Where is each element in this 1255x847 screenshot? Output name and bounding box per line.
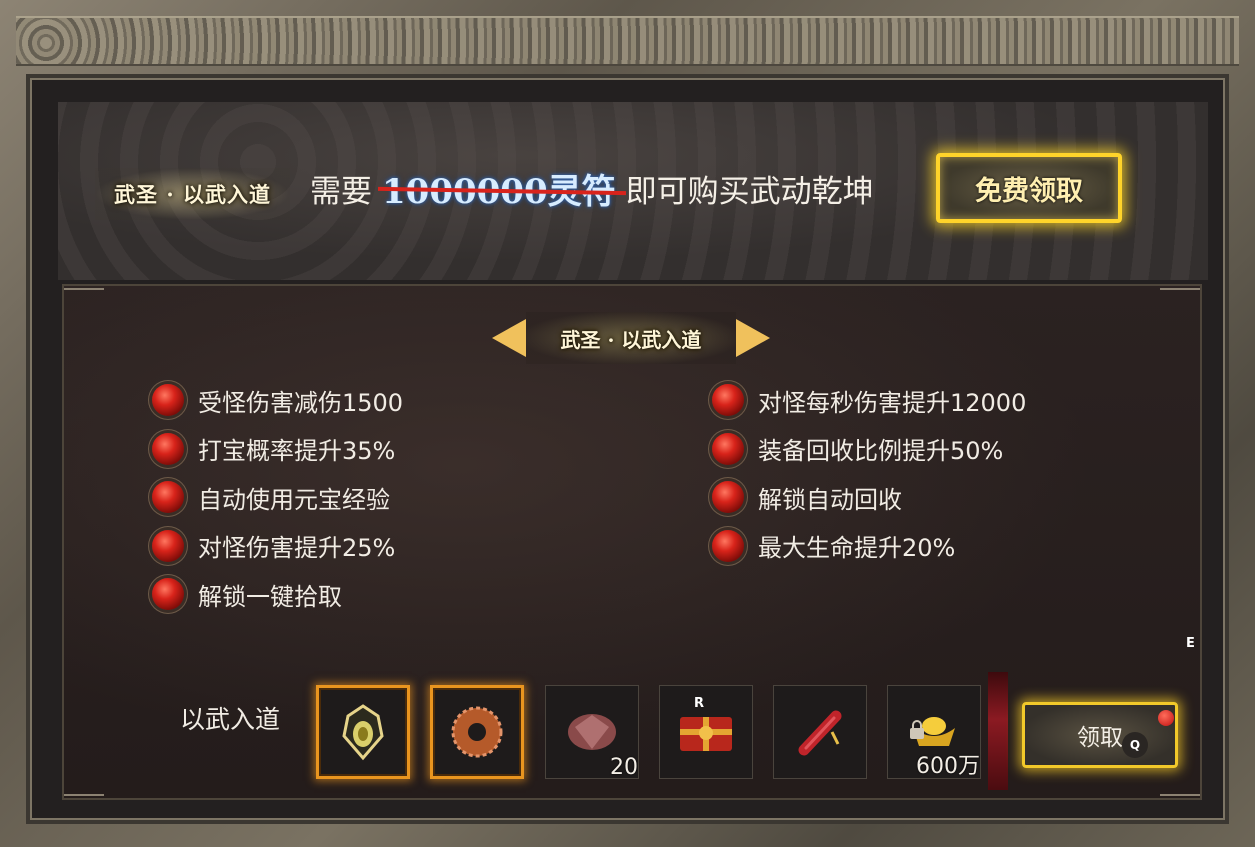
reward-slot[interactable]: 600万 (887, 685, 981, 779)
red-orb-icon (152, 384, 184, 417)
red-orb-icon (712, 384, 744, 417)
attribute-item: 解锁自动回收 (712, 473, 1026, 522)
price-row: 需要 1000000灵符 即可购买武动乾坤 (310, 162, 874, 214)
claim-hotkey: Q (1122, 732, 1148, 758)
attribute-list-left: 受怪伤害减伤1500 打宝概率提升35% 自动使用元宝经验 对怪伤害提升25% … (152, 376, 403, 619)
red-orb-icon (152, 481, 184, 514)
need-text: 需要 (310, 173, 372, 210)
red-orb-icon (152, 529, 184, 562)
scroll-icon (798, 710, 842, 756)
corner-ornament (1160, 288, 1200, 302)
attribute-item: 装备回收比例提升50% (712, 425, 1026, 474)
slot-count: 600万 (916, 754, 980, 779)
red-orb-icon (152, 578, 184, 611)
attribute-text: 解锁自动回收 (758, 485, 902, 514)
prev-arrow-icon[interactable] (492, 319, 526, 357)
attribute-item: 解锁一键拾取 (152, 570, 403, 619)
slot-count: 20 (610, 755, 638, 780)
gift-box-icon (680, 717, 732, 751)
notification-dot-icon (1158, 710, 1174, 726)
claim-button[interactable]: 领取 (1022, 702, 1178, 768)
attribute-text: 装备回收比例提升50% (758, 437, 1004, 466)
attribute-list-right: 对怪每秒伤害提升12000 装备回收比例提升50% 解锁自动回收 最大生命提升2… (712, 376, 1026, 570)
next-arrow-icon[interactable] (736, 319, 770, 357)
attribute-item: 自动使用元宝经验 (152, 473, 403, 522)
frame-ornament-top (16, 16, 1239, 66)
reward-slot[interactable]: 20 (545, 685, 639, 780)
lock-icon (910, 720, 924, 739)
attribute-text: 最大生命提升20% (758, 534, 956, 563)
side-decoration (988, 672, 1008, 790)
attribute-text: 打宝概率提升35% (198, 437, 396, 466)
corner-ornament (1160, 794, 1200, 808)
reward-slot[interactable] (316, 685, 410, 779)
section-title: 武圣 · 以武入道 (526, 312, 736, 364)
attribute-text: 受怪伤害减伤1500 (198, 388, 404, 417)
attribute-text: 自动使用元宝经验 (198, 485, 390, 514)
ring-icon (451, 706, 503, 758)
purchase-suffix-text: 即可购买武动乾坤 (625, 173, 874, 210)
reward-slot[interactable]: R (659, 685, 753, 779)
attribute-item: 受怪伤害减伤1500 (152, 376, 403, 425)
attribute-item: 最大生命提升20% (712, 522, 1026, 571)
corner-ornament (64, 288, 104, 302)
red-orb-icon (712, 481, 744, 514)
attribute-text: 对怪伤害提升25% (198, 534, 396, 563)
attribute-item: 对怪伤害提升25% (152, 522, 403, 571)
attribute-text: 解锁一键拾取 (198, 582, 342, 611)
reward-row-label: 以武入道 (180, 705, 281, 734)
red-orb-icon (712, 432, 744, 465)
reward-slot[interactable] (430, 685, 524, 779)
old-price-struck: 1000000灵符 (378, 164, 620, 213)
banner-title: 武圣 · 以武入道 (95, 168, 290, 220)
slot-hotkey: R (694, 696, 705, 711)
section-header: 武圣 · 以武入道 (488, 310, 774, 366)
free-claim-button[interactable]: 免费领取 (936, 153, 1122, 223)
attribute-item: 打宝概率提升35% (152, 425, 403, 474)
gem-icon (568, 714, 616, 750)
red-orb-icon (152, 432, 184, 465)
corner-ornament (64, 794, 104, 808)
red-orb-icon (712, 529, 744, 562)
reward-slot[interactable] (773, 685, 867, 779)
attribute-item: 对怪每秒伤害提升12000 (712, 376, 1026, 425)
amulet-icon (342, 704, 384, 761)
attribute-text: 对怪每秒伤害提升12000 (758, 388, 1027, 417)
edge-hotkey: E (1186, 636, 1195, 651)
